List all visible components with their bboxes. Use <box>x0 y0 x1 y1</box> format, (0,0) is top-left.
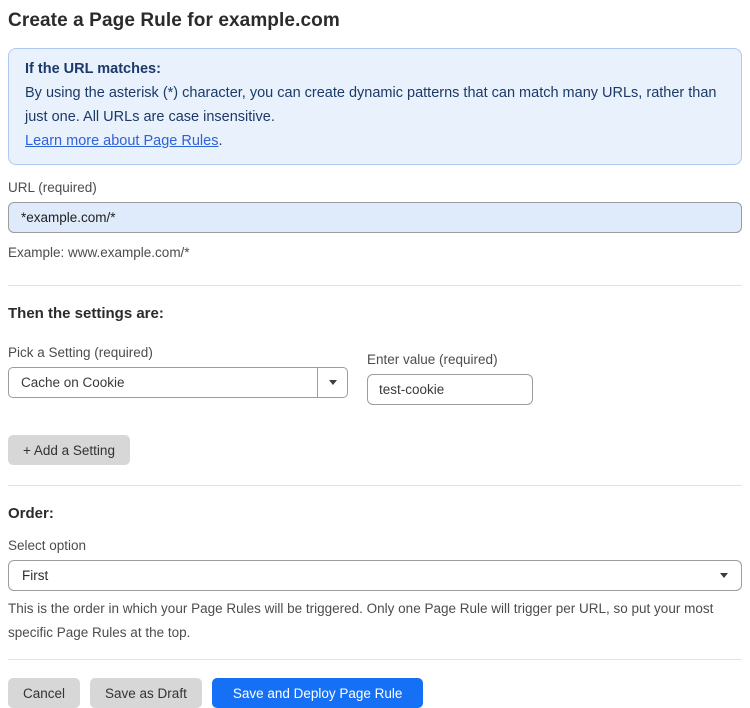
page-title: Create a Page Rule for example.com <box>8 10 340 31</box>
cancel-button[interactable]: Cancel <box>8 678 81 708</box>
chevron-down-icon <box>720 573 728 578</box>
info-box-link-line: Learn more about Page Rules. <box>25 129 725 153</box>
divider <box>8 485 742 486</box>
add-setting-button[interactable]: + Add a Setting <box>8 435 130 465</box>
order-helper-text: This is the order in which your Page Rul… <box>8 601 714 640</box>
url-label: URL (required) <box>8 180 97 195</box>
save-and-deploy-button[interactable]: Save and Deploy Page Rule <box>211 678 424 708</box>
setting-dropdown[interactable]: Cache on Cookie <box>8 367 348 398</box>
divider <box>8 659 742 660</box>
settings-heading: Then the settings are: <box>8 305 164 322</box>
order-select-label: Select option <box>8 538 87 553</box>
learn-more-link[interactable]: Learn more about Page Rules <box>25 133 218 149</box>
chevron-down-icon <box>328 380 337 385</box>
divider <box>8 285 742 286</box>
setting-value-input[interactable] <box>367 374 533 405</box>
settings-row: Pick a Setting (required) Cache on Cooki… <box>8 345 742 405</box>
info-box-heading: If the URL matches: <box>25 61 161 77</box>
pick-setting-column: Pick a Setting (required) Cache on Cooki… <box>8 345 348 398</box>
save-as-draft-button[interactable]: Save as Draft <box>90 678 202 708</box>
setting-dropdown-value: Cache on Cookie <box>21 375 125 390</box>
create-page-rule-form: Create a Page Rule for example.com If th… <box>0 0 750 708</box>
info-box-body: By using the asterisk (*) character, you… <box>25 85 717 125</box>
enter-value-label: Enter value (required) <box>367 352 498 367</box>
order-select-value: First <box>22 568 49 583</box>
url-match-info-box: If the URL matches: By using the asteris… <box>8 48 742 165</box>
footer-button-row: Cancel Save as Draft Save and Deploy Pag… <box>8 678 742 708</box>
order-select[interactable]: First <box>8 560 742 591</box>
enter-value-column: Enter value (required) <box>367 352 533 405</box>
order-heading: Order: <box>8 505 54 522</box>
link-suffix: . <box>218 133 223 149</box>
url-example-helper: Example: www.example.com/* <box>8 245 190 260</box>
setting-dropdown-arrow-button[interactable] <box>317 368 347 397</box>
pick-setting-label: Pick a Setting (required) <box>8 345 153 360</box>
url-input[interactable] <box>8 202 742 233</box>
